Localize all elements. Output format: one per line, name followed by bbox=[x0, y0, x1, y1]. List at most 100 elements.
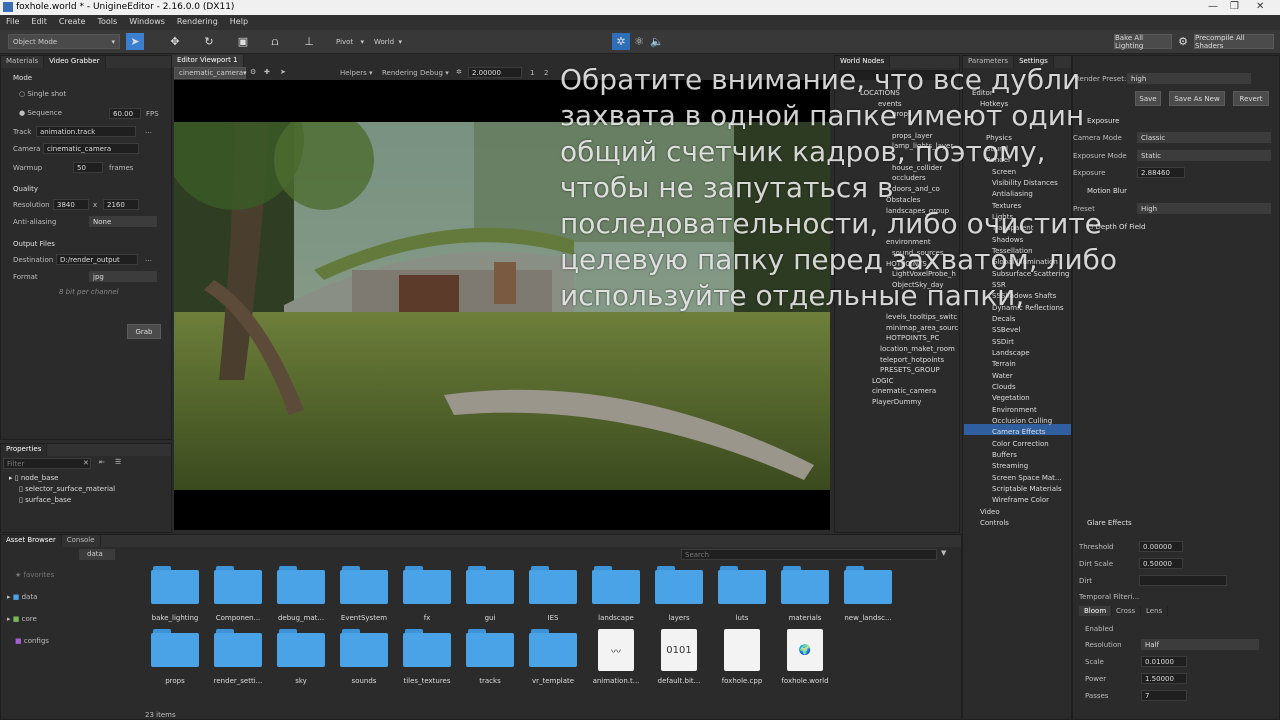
menu-create[interactable]: Create bbox=[53, 15, 92, 28]
world-node-item[interactable]: levels_tooltips_switc bbox=[886, 313, 957, 321]
sound-icon[interactable]: 🔈 bbox=[648, 33, 666, 50]
breadcrumb[interactable]: data bbox=[79, 549, 115, 560]
precompile-shaders-button[interactable]: Precompile All Shaders bbox=[1194, 34, 1274, 50]
camera-mode-select[interactable]: Classic bbox=[1137, 132, 1271, 143]
format-select[interactable]: jpg bbox=[89, 271, 157, 282]
world-node-item[interactable]: teleport_hotpoints bbox=[880, 356, 944, 364]
save-button[interactable]: Save bbox=[1135, 91, 1161, 106]
threshold-input[interactable]: 0.00000 bbox=[1139, 541, 1183, 552]
tab-asset-browser[interactable]: Asset Browser bbox=[1, 535, 62, 547]
settings-tree-item[interactable]: Screen Space Mat... bbox=[992, 474, 1062, 482]
render-preset-select[interactable]: high bbox=[1127, 73, 1251, 84]
tree-item-configs[interactable]: ■ configs bbox=[15, 637, 49, 645]
settings-tree-item[interactable]: Wireframe Color bbox=[992, 496, 1049, 504]
save-as-new-button[interactable]: Save As New bbox=[1169, 91, 1225, 106]
viewport-layout-2[interactable]: 2 bbox=[544, 69, 548, 77]
asset-search-input[interactable]: Search bbox=[681, 549, 937, 560]
settings-tree-item[interactable]: Landscape bbox=[992, 349, 1030, 357]
gear-icon[interactable]: ⚙ bbox=[250, 68, 256, 76]
world-select[interactable]: World ▾ bbox=[370, 34, 406, 49]
tab-cross[interactable]: Cross bbox=[1111, 606, 1142, 616]
world-node-item[interactable]: location_maket_room bbox=[880, 345, 955, 353]
property-item[interactable]: ▯ selector_surface_material bbox=[19, 485, 115, 493]
tab-properties[interactable]: Properties bbox=[1, 444, 48, 456]
destination-browse-button[interactable]: … bbox=[145, 255, 152, 263]
world-node-item[interactable]: PlayerDummy bbox=[872, 398, 921, 406]
tree-item-data[interactable]: ▸ ■ data bbox=[7, 593, 37, 601]
camera-speed-input[interactable]: 2.00000 bbox=[468, 67, 522, 78]
folder-item[interactable]: render_setti... bbox=[213, 629, 263, 689]
bloom-passes-input[interactable]: 7 bbox=[1141, 690, 1187, 701]
menu-edit[interactable]: Edit bbox=[25, 15, 53, 28]
menu-file[interactable]: File bbox=[0, 15, 25, 28]
settings-tree-item[interactable]: Color Correction bbox=[992, 440, 1049, 448]
world-node-item[interactable]: cinematic_camera bbox=[872, 387, 936, 395]
settings-tree-item[interactable]: SSBevel bbox=[992, 326, 1020, 334]
tree-item-core[interactable]: ▸ ■ core bbox=[7, 615, 37, 623]
folder-item[interactable]: gui bbox=[465, 566, 515, 626]
move-tool-icon[interactable]: ✥ bbox=[166, 33, 184, 50]
file-item[interactable]: foxhole.cpp bbox=[717, 629, 767, 689]
viewport-layout-1[interactable]: 1 bbox=[530, 69, 534, 77]
folder-item[interactable]: materials bbox=[780, 566, 830, 626]
file-item[interactable]: 0101 default.bit... bbox=[654, 629, 704, 689]
bloom-scale-input[interactable]: 0.01000 bbox=[1141, 656, 1187, 667]
settings-tree-item[interactable]: Streaming bbox=[992, 462, 1028, 470]
folder-item[interactable]: debug_mat... bbox=[276, 566, 326, 626]
world-node-item[interactable]: minimap_area_sourc bbox=[886, 324, 958, 332]
settings-tree-item[interactable]: Occlusion Culling bbox=[992, 417, 1052, 425]
close-button[interactable]: ✕ bbox=[1256, 1, 1264, 12]
favorites-item[interactable]: ★ favorites bbox=[15, 571, 54, 579]
expand-icon[interactable]: ☰ bbox=[115, 458, 121, 466]
settings-tree-item[interactable]: Video bbox=[980, 508, 1000, 516]
sequence-radio[interactable]: ● Sequence bbox=[19, 109, 62, 117]
rendering-debug-menu[interactable]: Rendering Debug ▾ bbox=[382, 69, 449, 77]
settings-tree-item[interactable]: Clouds bbox=[992, 383, 1016, 391]
helpers-menu[interactable]: Helpers ▾ bbox=[340, 69, 373, 77]
menu-help[interactable]: Help bbox=[224, 15, 254, 28]
exposure-input[interactable]: 2.88460 bbox=[1137, 167, 1185, 178]
menu-tools[interactable]: Tools bbox=[91, 15, 123, 28]
settings-tree-item[interactable]: Controls bbox=[980, 519, 1009, 527]
motion-blur-section[interactable]: Motion Blur bbox=[1087, 187, 1127, 195]
menu-rendering[interactable]: Rendering bbox=[171, 15, 224, 28]
exposure-section[interactable]: Exposure bbox=[1087, 117, 1119, 125]
revert-button[interactable]: Revert bbox=[1233, 91, 1269, 106]
snap-tool-icon[interactable]: ⩍ bbox=[266, 33, 284, 50]
pivot-select[interactable]: Pivot ▾ bbox=[332, 34, 368, 49]
folder-item[interactable]: bake_lighting bbox=[150, 566, 200, 626]
bloom-resolution-select[interactable]: Half bbox=[1141, 639, 1259, 650]
folder-item[interactable]: luts bbox=[717, 566, 767, 626]
dirt-scale-input[interactable]: 0.50000 bbox=[1139, 558, 1183, 569]
folder-item[interactable]: tracks bbox=[465, 629, 515, 689]
folder-item[interactable]: sky bbox=[276, 629, 326, 689]
bloom-power-input[interactable]: 1.50000 bbox=[1141, 673, 1187, 684]
settings-tree-item[interactable]: Camera Effects bbox=[992, 428, 1046, 436]
exposure-mode-select[interactable]: Static bbox=[1137, 150, 1271, 161]
track-input[interactable]: animation.track bbox=[36, 126, 136, 137]
resolution-height-input[interactable]: 2160 bbox=[103, 199, 139, 210]
folder-item[interactable]: props bbox=[150, 629, 200, 689]
clear-filter-icon[interactable]: ✕ bbox=[83, 459, 89, 467]
property-item[interactable]: ▯ surface_base bbox=[19, 496, 71, 504]
settings-tree-item[interactable]: Terrain bbox=[992, 360, 1016, 368]
file-item[interactable]: 〰 animation.t... bbox=[591, 629, 641, 689]
tab-bloom[interactable]: Bloom bbox=[1079, 606, 1113, 616]
ground-snap-icon[interactable]: ⊥ bbox=[300, 33, 318, 50]
world-node-item[interactable]: PRESETS_GROUP bbox=[880, 366, 940, 374]
mode-select[interactable]: Object Mode ▾ bbox=[8, 34, 120, 49]
settings-tree-item[interactable]: Buffers bbox=[992, 451, 1017, 459]
lighting-icon[interactable]: ✲ bbox=[612, 33, 630, 50]
folder-item[interactable]: new_landsc... bbox=[843, 566, 893, 626]
resolution-width-input[interactable]: 3840 bbox=[53, 199, 89, 210]
settings-tree-item[interactable]: SSDirt bbox=[992, 338, 1014, 346]
destination-input[interactable]: D:/render_output bbox=[56, 254, 138, 265]
folder-item[interactable]: landscape bbox=[591, 566, 641, 626]
tab-materials[interactable]: Materials bbox=[1, 56, 45, 68]
grab-button[interactable]: Grab bbox=[127, 324, 161, 339]
glare-effects-section[interactable]: Glare Effects bbox=[1087, 519, 1132, 527]
select-tool-icon[interactable]: ➤ bbox=[126, 33, 144, 50]
track-browse-button[interactable]: … bbox=[145, 127, 152, 135]
world-node-item[interactable]: LOGIC bbox=[872, 377, 894, 385]
cursor-icon[interactable]: ➤ bbox=[280, 68, 286, 76]
